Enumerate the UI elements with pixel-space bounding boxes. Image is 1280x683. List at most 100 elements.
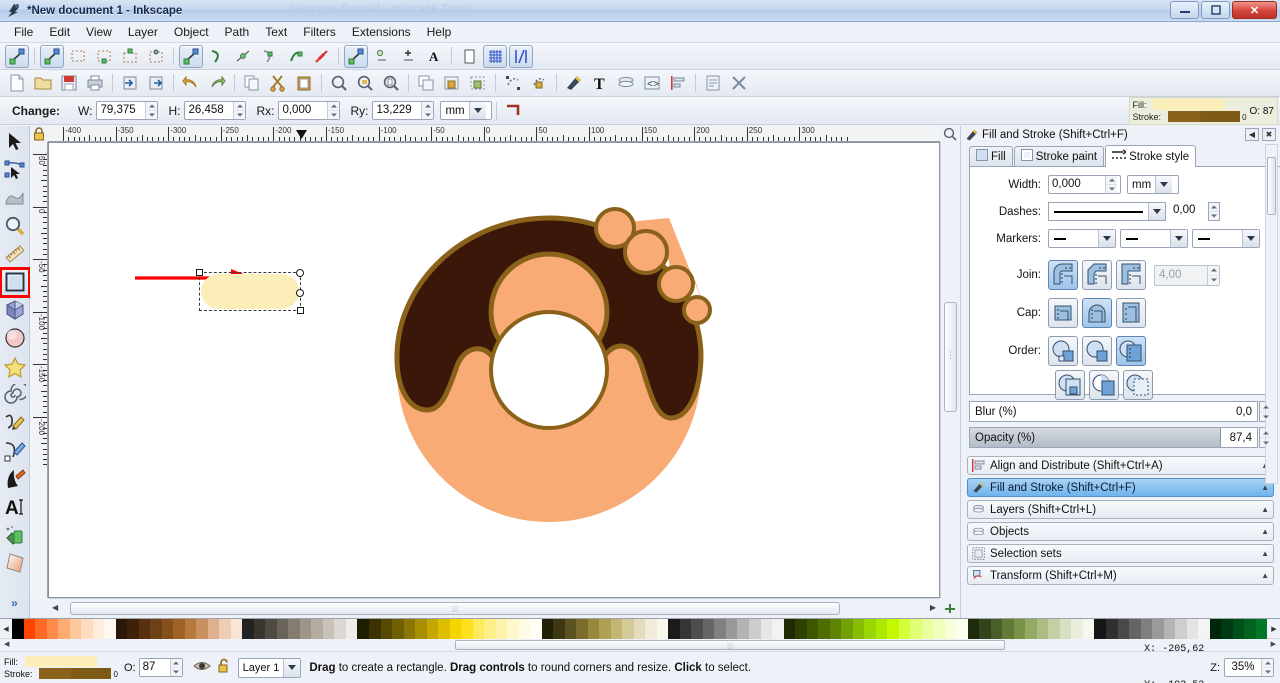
palette-scroll-thumb[interactable]: ⦙⦙⦙ — [455, 640, 1005, 651]
palette-swatch[interactable] — [841, 619, 853, 639]
palette-swatch[interactable] — [714, 619, 726, 639]
palette-swatch[interactable] — [898, 619, 911, 639]
snap-bbox-edge-midpoint-icon[interactable] — [118, 45, 142, 68]
palette-swatch[interactable] — [461, 619, 473, 639]
palette-swatch[interactable] — [910, 619, 922, 639]
opacity-slider[interactable]: Opacity (%) 87,4 — [969, 427, 1258, 448]
palette-swatch[interactable] — [253, 619, 266, 639]
corner-radius-handle-ry[interactable] — [296, 289, 304, 297]
chevron-up-icon[interactable]: ▲ — [1261, 527, 1269, 536]
markers-fill-stroke-icon[interactable] — [1089, 370, 1119, 400]
palette-prev-arrow-icon[interactable]: ◀ — [0, 619, 12, 638]
stroke-fill-markers-icon[interactable] — [1116, 336, 1146, 366]
width-stepper[interactable] — [145, 102, 158, 119]
zoom-tool[interactable] — [1, 212, 29, 239]
palette-swatch[interactable] — [92, 619, 105, 639]
fill-swatch-top[interactable] — [1153, 99, 1226, 110]
vertical-scroll-thumb[interactable]: ⋮ — [944, 302, 957, 412]
height-spinner[interactable]: 26,458 — [184, 101, 247, 120]
drawing-canvas[interactable] — [48, 142, 940, 598]
palette-swatch[interactable] — [1013, 619, 1026, 639]
palette-next-arrow-icon[interactable]: ▶ — [1268, 619, 1280, 638]
palette-swatch[interactable] — [242, 619, 254, 639]
palette-scroll-left-arrow[interactable]: ◀ — [4, 640, 9, 648]
status-opacity-spinner[interactable]: 87 — [138, 658, 183, 677]
palette-swatch[interactable] — [1129, 619, 1141, 639]
menu-text[interactable]: Text — [257, 23, 295, 41]
palette-swatch[interactable] — [495, 619, 508, 639]
opacity-stepper[interactable] — [1259, 427, 1272, 448]
stroke-width-stepper[interactable] — [1105, 176, 1117, 193]
color-palette[interactable]: ◀ ▶ — [0, 618, 1280, 639]
donut-illustration[interactable] — [369, 188, 729, 528]
print-document-icon[interactable] — [83, 72, 107, 95]
fill-and-stroke-icon[interactable] — [562, 72, 586, 95]
chevron-down-icon[interactable] — [283, 658, 301, 677]
palette-swatch[interactable] — [610, 619, 623, 639]
palette-swatch[interactable] — [1025, 619, 1037, 639]
palette-swatch[interactable] — [127, 619, 139, 639]
save-document-icon[interactable] — [57, 72, 81, 95]
toolbox-overflow-button[interactable]: » — [1, 590, 29, 617]
palette-swatch[interactable] — [415, 619, 427, 639]
dialog-item-objects[interactable]: Objects ▲ — [967, 522, 1274, 541]
status-stroke-swatch[interactable] — [39, 667, 112, 679]
palette-scrollbar[interactable]: ◀ ⦙⦙⦙ ▶ — [0, 638, 1280, 651]
menu-file[interactable]: File — [6, 23, 41, 41]
dialog-item-align-and-distribute[interactable]: Align and Distribute (Shift+Ctrl+A) ▲ — [967, 456, 1274, 475]
status-opacity-value[interactable]: 87 — [140, 659, 170, 676]
palette-swatch[interactable] — [806, 619, 819, 639]
palette-swatch[interactable] — [668, 619, 680, 639]
undo-icon[interactable] — [179, 72, 203, 95]
palette-swatch[interactable] — [58, 619, 70, 639]
xml-editor-icon[interactable]: <> — [640, 72, 664, 95]
chevron-down-icon[interactable] — [468, 102, 486, 119]
palette-swatch[interactable] — [1105, 619, 1118, 639]
clip-icon[interactable] — [501, 72, 525, 95]
palette-swatch[interactable] — [449, 619, 462, 639]
menu-path[interactable]: Path — [217, 23, 258, 41]
palette-swatch[interactable] — [276, 619, 289, 639]
fill-stroke-markers-icon[interactable] — [1048, 336, 1078, 366]
palette-swatch[interactable] — [979, 619, 991, 639]
palette-swatch[interactable] — [921, 619, 934, 639]
dock-collapse-button[interactable]: ◀ — [1245, 128, 1259, 141]
zoom-drawing-icon[interactable] — [353, 72, 377, 95]
palette-swatch[interactable] — [875, 619, 888, 639]
menu-edit[interactable]: Edit — [41, 23, 78, 41]
snap-cusp-node-icon[interactable] — [257, 45, 281, 68]
paint-bucket-tool[interactable] — [1, 522, 29, 549]
palette-swatch[interactable] — [322, 619, 335, 639]
dock-scroll-thumb[interactable] — [1267, 157, 1276, 215]
chevron-down-icon[interactable] — [1098, 230, 1115, 247]
palette-swatch[interactable] — [990, 619, 1003, 639]
palette-swatch[interactable] — [541, 619, 554, 639]
marker-mid-selector[interactable] — [1120, 229, 1188, 248]
palette-swatch[interactable] — [656, 619, 669, 639]
menu-filters[interactable]: Filters — [295, 23, 344, 41]
bevel-join-icon[interactable] — [1082, 260, 1112, 290]
zoom-stepper[interactable] — [1261, 659, 1273, 676]
dialog-item-selection-sets[interactable]: Selection sets ▲ — [967, 544, 1274, 563]
zoom-page-icon[interactable] — [379, 72, 403, 95]
palette-swatch[interactable] — [737, 619, 749, 639]
snap-grid-icon[interactable] — [483, 44, 507, 68]
document-properties-icon[interactable] — [727, 72, 751, 95]
ruler-lock-icon[interactable] — [32, 127, 46, 141]
snap-nodes-icon[interactable] — [179, 44, 203, 68]
preferences-icon[interactable] — [701, 72, 725, 95]
palette-swatch[interactable] — [944, 619, 957, 639]
dash-offset-stepper[interactable] — [1208, 202, 1220, 221]
snap-bbox-icon[interactable] — [40, 44, 64, 68]
palette-swatch[interactable] — [645, 619, 657, 639]
round-cap-icon[interactable] — [1082, 298, 1112, 328]
cut-icon[interactable] — [266, 72, 290, 95]
stroke-swatch-top[interactable] — [1167, 111, 1240, 122]
palette-swatch[interactable] — [265, 619, 277, 639]
layer-selector[interactable]: Layer 1 — [237, 657, 302, 678]
palette-swatch[interactable] — [380, 619, 393, 639]
tab-stroke-paint[interactable]: Stroke paint — [1013, 146, 1105, 166]
palette-scroll-right-arrow[interactable]: ▶ — [1271, 640, 1276, 648]
maximize-button[interactable] — [1201, 1, 1230, 19]
horizontal-ruler[interactable]: -400 -350 -300 -250 -200 -150 -100 -50 0 50 100 150… — [48, 126, 940, 142]
